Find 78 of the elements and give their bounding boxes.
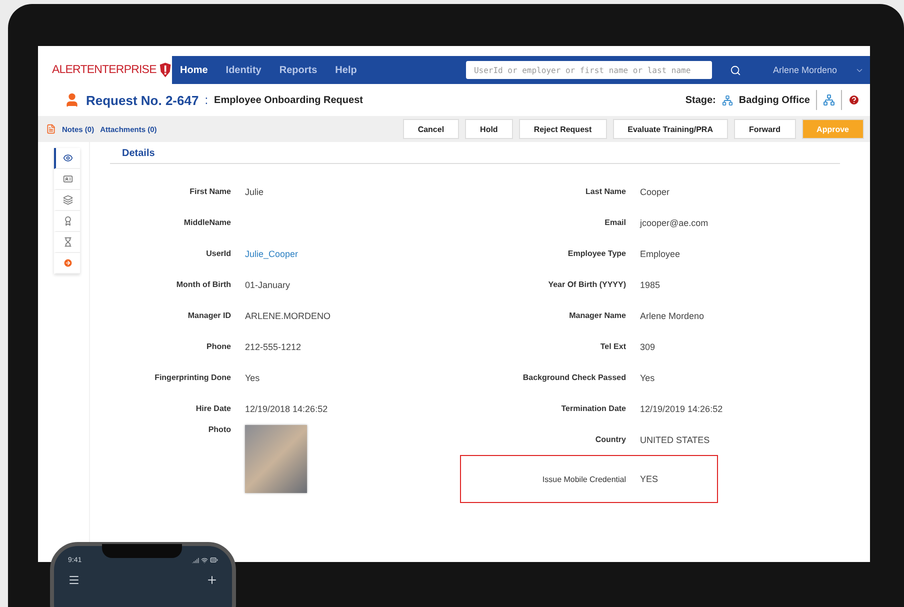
help-icon[interactable] — [848, 94, 860, 106]
field-label: First Name — [188, 187, 231, 196]
menu-icon[interactable] — [68, 574, 80, 586]
field-value: UNITED STATES — [640, 434, 710, 444]
hierarchy-icon — [722, 94, 733, 106]
field-label: Last Name — [584, 187, 626, 196]
side-tab[interactable] — [54, 169, 80, 190]
stage-label: Stage: — [685, 94, 716, 106]
field-value: 309 — [640, 342, 656, 352]
field-label: Photo — [207, 425, 231, 434]
signal-icon — [192, 556, 199, 564]
field-value: Julie — [245, 186, 264, 196]
field-value: jcooper@ae.com — [640, 218, 708, 228]
layers-icon — [63, 195, 73, 205]
logo-text: ALERTENTERPRISE — [52, 64, 156, 76]
user-name[interactable]: Arlene Mordeno — [772, 65, 837, 75]
field-value: 01-January — [245, 280, 290, 290]
side-tab[interactable] — [54, 190, 80, 211]
field-label: Phone — [206, 342, 231, 351]
plus-icon[interactable] — [206, 574, 218, 586]
shield-logo-icon — [159, 62, 172, 78]
action-button[interactable]: Hold — [465, 119, 513, 139]
hierarchy-icon[interactable] — [823, 94, 835, 106]
field-value: Employee — [640, 248, 680, 258]
field-label: Fingerprinting Done — [154, 373, 231, 382]
title-separator: : — [204, 93, 208, 107]
field-value: Yes — [640, 372, 655, 382]
field-value: Yes — [245, 372, 260, 382]
nav-item[interactable]: Home — [180, 64, 208, 76]
section-heading: Details — [110, 146, 840, 164]
field-value: ARLENE.MORDENO — [245, 310, 331, 320]
battery-icon — [210, 556, 218, 564]
side-tab[interactable] — [54, 148, 80, 169]
action-button[interactable]: Cancel — [402, 119, 460, 139]
side-tab[interactable] — [54, 211, 80, 232]
field-label: Termination Date — [560, 404, 626, 413]
field-label: Manager ID — [186, 311, 231, 320]
field-label: UserId — [205, 249, 231, 258]
field-label: Manager Name — [568, 311, 626, 320]
side-tab[interactable] — [54, 232, 80, 253]
action-button[interactable]: Reject Request — [518, 119, 607, 139]
field-label: Employee Type — [566, 249, 626, 258]
request-number: Request No. 2-647 — [86, 92, 199, 108]
field-label: Country — [594, 435, 626, 444]
nav-item[interactable]: Reports — [279, 64, 318, 76]
userid-link[interactable]: Julie_Cooper — [245, 248, 298, 258]
field-label: Month of Birth — [175, 280, 231, 289]
stage-value: Badging Office — [738, 94, 810, 106]
field-value: Cooper — [640, 186, 670, 196]
person-icon — [64, 92, 80, 108]
field-value: Arlene Mordeno — [640, 310, 704, 320]
arrow-circle-icon — [63, 258, 73, 268]
field-value: 1985 — [640, 280, 660, 290]
field-value: 12/19/2019 14:26:52 — [640, 404, 723, 414]
search-field[interactable]: UserId or employer or first name or last name — [466, 61, 712, 79]
nav-item[interactable]: Identity — [226, 64, 262, 76]
field-value: YES — [640, 474, 658, 484]
hourglass-icon — [63, 237, 73, 247]
action-button[interactable]: Evaluate Training/PRA — [612, 119, 728, 139]
award-icon — [63, 216, 73, 226]
field-label: Year Of Birth (YYYY) — [547, 280, 626, 289]
field-label: Background Check Passed — [522, 373, 626, 382]
nav-item[interactable]: Help — [335, 64, 357, 76]
wifi-icon — [201, 556, 208, 564]
search-icon[interactable] — [730, 64, 741, 76]
request-type: Employee Onboarding Request — [214, 94, 363, 106]
field-label: Hire Date — [194, 404, 231, 413]
field-label: Tel Ext — [599, 342, 626, 351]
field-label: Issue Mobile Credential — [541, 474, 626, 484]
field-value: 212-555-1212 — [245, 342, 302, 352]
photo-placeholder — [245, 425, 307, 493]
action-button[interactable]: Forward — [734, 119, 796, 139]
field-label: Email — [604, 218, 626, 227]
id-card-icon — [63, 174, 73, 184]
eye-icon — [63, 153, 73, 163]
field-label: MiddleName — [182, 218, 231, 227]
notes-icon — [46, 124, 56, 134]
field-value: 12/19/2018 14:26:52 — [245, 404, 328, 414]
